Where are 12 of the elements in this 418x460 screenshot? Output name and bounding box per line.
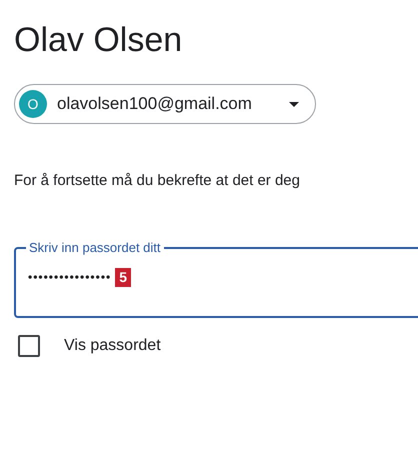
prompt-text: For å fortsette må du bekrefte at det er deg bbox=[14, 171, 300, 191]
password-value: •••••••••••••••• bbox=[28, 269, 112, 286]
avatar: O bbox=[19, 90, 47, 118]
number-badge: 5 bbox=[115, 268, 132, 286]
field-label: Skriv inn passordet ditt bbox=[28, 240, 162, 256]
account-chip[interactable]: O olavolsen100@gmail.com bbox=[14, 84, 316, 124]
caret-icon bbox=[289, 102, 299, 106]
password-field[interactable]: Skriv inn passordet ditt •••••••••••••••• 5 bbox=[14, 240, 418, 318]
show-password-checkbox[interactable] bbox=[18, 335, 40, 357]
page-title: Olav Olsen bbox=[14, 20, 182, 60]
show-password-label: Vis passordet bbox=[64, 336, 161, 356]
account-email: olavolsen100@gmail.com bbox=[57, 93, 253, 116]
